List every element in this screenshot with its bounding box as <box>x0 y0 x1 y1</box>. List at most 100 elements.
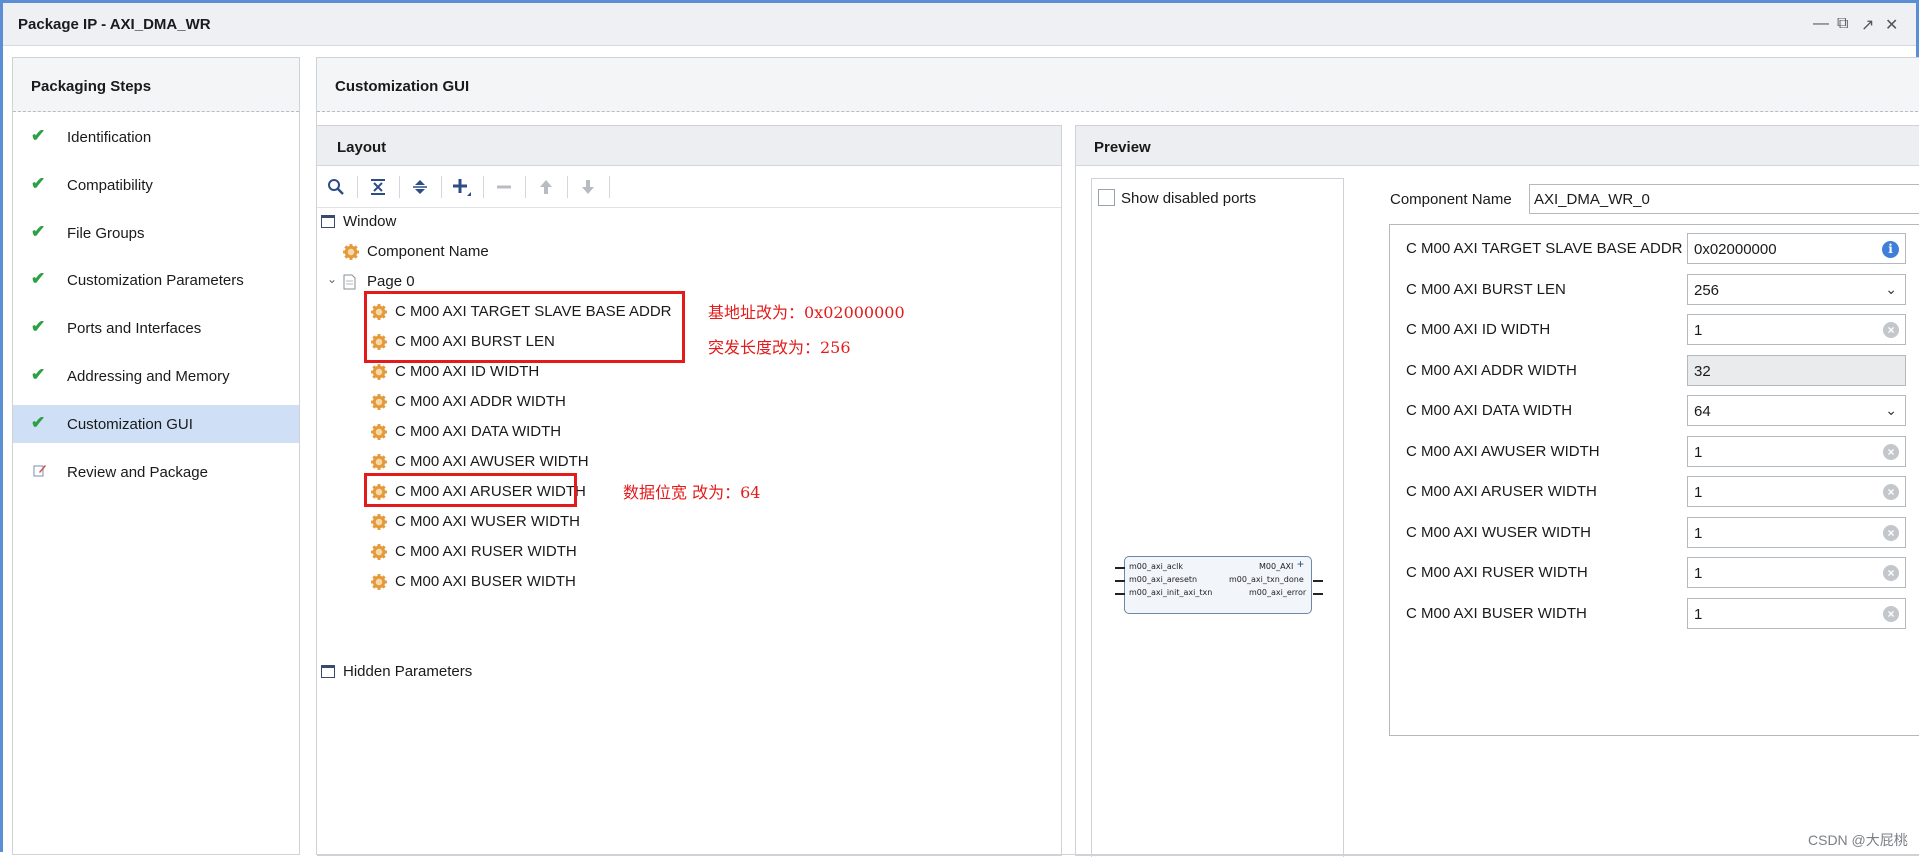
param-field[interactable]: 1 × <box>1687 516 1906 548</box>
chevron-down-icon[interactable]: ⌄ <box>1885 402 1897 419</box>
param-value: 32 <box>1694 362 1711 380</box>
step-identification[interactable]: ✔ Identification <box>13 118 299 156</box>
check-icon: ✔ <box>31 222 46 241</box>
param-field[interactable]: 1 × <box>1687 314 1906 345</box>
clear-icon[interactable]: × <box>1883 443 1899 460</box>
param-label: C M00 AXI BUSER WIDTH <box>1406 604 1587 622</box>
step-label: Customization GUI <box>67 416 193 433</box>
param-field[interactable]: 1 × <box>1687 435 1906 467</box>
preview-params-box: C M00 AXI TARGET SLAVE BASE ADDR 0x020000… <box>1389 224 1919 736</box>
clear-icon[interactable]: × <box>1883 565 1899 581</box>
param-field[interactable]: 0x02000000 i <box>1687 233 1906 264</box>
step-label: Identification <box>67 129 152 146</box>
annotation-data-width: 数据位宽 改为：64 <box>623 483 761 502</box>
step-label: File Groups <box>67 225 145 242</box>
tree-node-param[interactable]: C M00 AXI DATA WIDTH <box>371 419 691 445</box>
tree-node-param[interactable]: C M00 AXI RUSER WIDTH <box>371 539 691 565</box>
tree-node-param[interactable]: C M00 AXI ADDR WIDTH <box>371 389 691 415</box>
step-label: Customization Parameters <box>67 272 244 289</box>
step-compatibility[interactable]: ✔ Compatibility <box>13 166 299 204</box>
collapse-all-icon[interactable] <box>363 172 393 202</box>
page-title: Customization GUI <box>335 78 470 95</box>
ip-block-symbol[interactable]: m00_axi_aclk m00_axi_aresetn m00_axi_ini… <box>1115 556 1323 614</box>
param-field[interactable]: 1 × <box>1687 557 1906 588</box>
component-name-input[interactable]: AXI_DMA_WR_0 <box>1529 184 1919 214</box>
param-label: C M00 AXI AWUSER WIDTH <box>1406 442 1600 460</box>
minimize-icon[interactable]: — <box>1813 15 1829 33</box>
expand-all-icon[interactable] <box>405 172 435 202</box>
tree-node-param[interactable]: C M00 AXI WUSER WIDTH <box>371 509 691 535</box>
gear-icon <box>371 544 387 560</box>
preview-panel: Preview Show disabled ports m00_axi_aclk… <box>1075 125 1919 857</box>
annotation-base-addr: 基地址改为：0x02000000 <box>708 303 905 322</box>
step-customization-parameters[interactable]: ✔ Customization Parameters <box>13 261 299 299</box>
search-icon[interactable] <box>321 172 351 202</box>
tree-node-param[interactable]: C M00 AXI AWUSER WIDTH <box>371 449 691 475</box>
gear-icon <box>343 244 359 260</box>
chevron-down-icon[interactable]: ⌄ <box>327 272 337 286</box>
component-name-label: Component Name <box>1390 191 1512 208</box>
remove-icon[interactable] <box>489 172 519 202</box>
gear-icon <box>371 394 387 410</box>
param-value: 64 <box>1694 403 1711 420</box>
layout-panel: Layout Window Component Name ⌄ Page 0 C … <box>317 125 1062 856</box>
param-value: 1 <box>1694 322 1703 339</box>
clear-icon[interactable]: × <box>1883 605 1899 622</box>
chevron-down-icon[interactable]: ⌄ <box>1885 281 1897 298</box>
tree-node-component-name[interactable]: Component Name <box>343 239 643 265</box>
step-addressing-and-memory[interactable]: ✔ Addressing and Memory <box>13 357 299 395</box>
param-field[interactable]: 1 × <box>1687 597 1906 629</box>
clear-icon[interactable]: × <box>1883 524 1899 541</box>
tree-node-hidden-parameters[interactable]: Hidden Parameters <box>321 659 621 685</box>
check-icon: ✔ <box>31 413 46 432</box>
layout-header: Layout <box>317 126 1061 166</box>
param-field[interactable]: 1 × <box>1687 476 1906 507</box>
param-value: 256 <box>1694 281 1720 299</box>
preview-title: Preview <box>1094 139 1151 156</box>
add-icon[interactable] <box>447 172 477 202</box>
title-bar: Package IP - AXI_DMA_WR — ⧉ ↗ ✕ <box>3 3 1916 46</box>
customization-gui-header: Customization GUI <box>317 58 1919 112</box>
show-disabled-ports-checkbox[interactable] <box>1098 189 1115 206</box>
step-ports-and-interfaces[interactable]: ✔ Ports and Interfaces <box>13 309 299 347</box>
highlight-box-data-width <box>364 473 577 507</box>
float-icon[interactable]: ↗ <box>1861 15 1874 35</box>
check-icon: ✔ <box>31 126 46 145</box>
interface-plus-icon[interactable]: + <box>1297 557 1304 571</box>
gear-icon <box>371 514 387 530</box>
param-label: C M00 AXI RUSER WIDTH <box>1406 564 1588 581</box>
page-icon <box>343 274 356 290</box>
step-review-and-package[interactable]: Review and Package <box>13 453 299 491</box>
check-icon: ✔ <box>31 365 46 384</box>
layout-toolbar <box>317 166 1061 208</box>
param-field[interactable]: 256 ⌄ <box>1687 273 1906 305</box>
step-file-groups[interactable]: ✔ File Groups <box>13 214 299 252</box>
window-icon <box>321 215 335 228</box>
param-value: 1 <box>1694 484 1703 501</box>
info-icon[interactable]: i <box>1882 241 1899 258</box>
move-up-icon[interactable] <box>531 172 561 202</box>
step-label: Compatibility <box>67 177 153 194</box>
param-field: 32 <box>1687 354 1906 386</box>
step-customization-gui[interactable]: ✔ Customization GUI <box>13 405 299 443</box>
annotation-burst-len: 突发长度改为：256 <box>708 338 851 357</box>
show-disabled-ports-label: Show disabled ports <box>1121 190 1257 207</box>
param-label: C M00 AXI BURST LEN <box>1406 280 1566 298</box>
clear-icon[interactable]: × <box>1883 322 1899 338</box>
move-down-icon[interactable] <box>573 172 603 202</box>
step-label: Ports and Interfaces <box>67 320 202 337</box>
param-field[interactable]: 64 ⌄ <box>1687 395 1906 426</box>
clear-icon[interactable]: × <box>1883 484 1899 500</box>
tree-node-window[interactable]: Window <box>321 209 621 235</box>
gear-icon <box>371 424 387 440</box>
packaging-steps-header: Packaging Steps <box>13 58 299 112</box>
restore-icon[interactable]: ⧉ <box>1837 15 1848 33</box>
packaging-steps-panel: Packaging Steps ✔ Identification ✔ Compatib… <box>12 57 300 855</box>
check-icon: ✔ <box>31 174 46 193</box>
close-icon[interactable]: ✕ <box>1885 15 1898 35</box>
tree-node-param[interactable]: C M00 AXI BUSER WIDTH <box>371 569 691 595</box>
ip-symbol-panel: Show disabled ports m00_axi_aclk m00_axi… <box>1091 178 1344 857</box>
edit-icon <box>33 465 46 477</box>
param-label: C M00 AXI TARGET SLAVE BASE ADDR <box>1406 240 1683 257</box>
window-title: Package IP - AXI_DMA_WR <box>18 16 211 33</box>
